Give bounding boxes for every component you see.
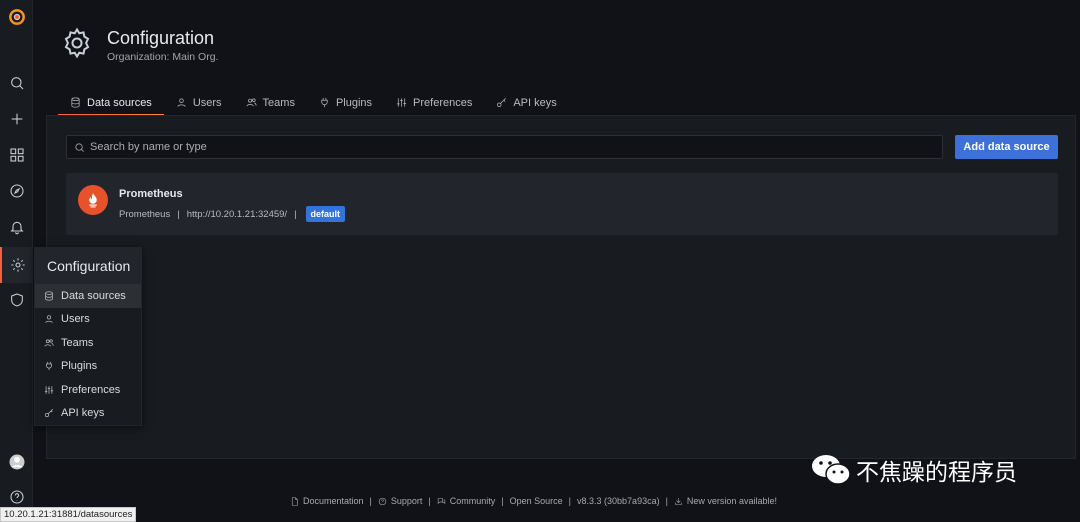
menu-item-users[interactable]: Users	[35, 308, 141, 332]
tab-bar: Data sources Users Teams Plugins Prefere…	[58, 90, 569, 116]
menu-item-label: Preferences	[61, 383, 121, 396]
separator: |	[568, 496, 572, 506]
tab-label: Data sources	[87, 96, 152, 109]
user-icon	[45, 315, 53, 324]
datasource-card[interactable]: Prometheus Prometheus | http://10.20.1.2…	[66, 173, 1058, 235]
tab-data-sources[interactable]: Data sources	[58, 90, 164, 116]
tab-teams[interactable]: Teams	[234, 90, 307, 115]
watermark-text: 不焦躁的程序员	[856, 460, 1017, 486]
footer-new-version-link[interactable]: New version available!	[674, 496, 777, 506]
sliders-icon	[396, 98, 407, 107]
plug-icon	[46, 362, 52, 371]
document-icon	[291, 496, 298, 506]
menu-item-data-sources[interactable]: Data sources	[35, 284, 141, 308]
menu-item-label: API keys	[61, 407, 105, 420]
tab-label: Preferences	[413, 96, 473, 109]
flyout-title[interactable]: Configuration	[35, 248, 141, 284]
add-data-source-button[interactable]: Add data source	[955, 135, 1058, 159]
comments-icon	[437, 497, 445, 504]
tab-plugins[interactable]: Plugins	[307, 90, 384, 115]
download-icon	[675, 497, 682, 505]
database-icon	[45, 291, 53, 301]
database-icon	[71, 97, 80, 108]
compass-icon[interactable]	[0, 176, 33, 206]
side-menu	[0, 0, 33, 522]
footer-label: New version available!	[686, 496, 777, 506]
tab-label: Plugins	[335, 96, 373, 109]
gear-icon	[60, 26, 94, 65]
menu-item-label: Teams	[61, 336, 94, 349]
menu-item-label: Plugins	[61, 360, 98, 373]
footer-support-link[interactable]: Support	[378, 496, 423, 506]
browser-status-url: 10.20.1.21:31881/datasources	[0, 507, 137, 522]
grafana-logo-icon[interactable]	[0, 2, 33, 32]
tab-preferences[interactable]: Preferences	[384, 90, 484, 115]
page-header: Configuration Organization: Main Org.	[60, 26, 218, 65]
separator: |	[294, 208, 297, 220]
separator: |	[428, 496, 431, 506]
users-icon	[44, 339, 54, 347]
footer-community-link[interactable]: Community	[437, 496, 496, 506]
footer-documentation-link[interactable]: Documentation	[290, 496, 364, 506]
page-title: Configuration	[107, 28, 215, 48]
gear-icon[interactable]	[0, 247, 33, 283]
watermark: 不焦躁的程序员	[810, 452, 1017, 488]
plus-icon[interactable]	[0, 104, 33, 134]
menu-item-preferences[interactable]: Preferences	[35, 378, 141, 402]
question-circle-icon	[378, 497, 387, 505]
prometheus-logo-icon	[78, 185, 108, 215]
bell-icon[interactable]	[0, 212, 33, 242]
key-icon	[44, 409, 53, 418]
menu-item-plugins[interactable]: Plugins	[35, 355, 141, 379]
footer-open-source-link[interactable]: Open Source	[510, 496, 563, 506]
search-box	[66, 135, 943, 159]
tab-label: Teams	[262, 96, 295, 109]
tab-api-keys[interactable]: API keys	[484, 90, 568, 115]
sliders-icon	[44, 386, 54, 394]
wechat-icon	[812, 455, 851, 485]
menu-item-api-keys[interactable]: API keys	[35, 402, 141, 426]
menu-item-label: Users	[61, 313, 90, 326]
separator: |	[665, 496, 668, 506]
footer-label: Community	[449, 496, 496, 506]
key-icon	[497, 98, 507, 107]
search-icon[interactable]	[0, 68, 33, 98]
page-subtitle: Organization: Main Org.	[107, 51, 219, 63]
default-badge: default	[305, 206, 346, 222]
footer-version: v8.3.3 (30bb7a93ca)	[577, 496, 660, 506]
search-input[interactable]	[90, 141, 890, 153]
search-icon	[75, 142, 84, 152]
configuration-flyout-menu: Configuration Data sources Users Teams P…	[34, 247, 142, 426]
separator: |	[369, 496, 372, 506]
data-sources-panel: Add data source Prometheus Prometheus | …	[46, 115, 1076, 459]
tab-label: API keys	[513, 96, 557, 109]
footer-label: Open Source	[509, 496, 563, 506]
footer-label: Documentation	[303, 496, 364, 506]
footer-label: v8.3.3 (30bb7a93ca)	[577, 496, 660, 506]
datasource-name: Prometheus	[119, 188, 183, 200]
avatar[interactable]	[0, 447, 33, 477]
user-icon	[177, 98, 186, 107]
shield-icon[interactable]	[0, 285, 33, 315]
plug-icon	[321, 97, 328, 108]
footer: Documentation | Support | Community | Op…	[290, 496, 777, 506]
menu-item-label: Data sources	[61, 289, 126, 302]
datasource-meta: Prometheus | http://10.20.1.21:32459/ | …	[119, 206, 346, 222]
footer-label: Support	[390, 496, 423, 506]
dashboards-icon[interactable]	[0, 140, 33, 170]
datasource-type: Prometheus	[119, 208, 171, 220]
tab-users[interactable]: Users	[164, 90, 234, 115]
separator: |	[501, 496, 504, 506]
users-icon	[246, 98, 256, 107]
separator: |	[177, 208, 180, 220]
menu-item-teams[interactable]: Teams	[35, 331, 141, 355]
datasource-url: http://10.20.1.21:32459/	[186, 208, 288, 220]
tab-label: Users	[192, 96, 222, 109]
